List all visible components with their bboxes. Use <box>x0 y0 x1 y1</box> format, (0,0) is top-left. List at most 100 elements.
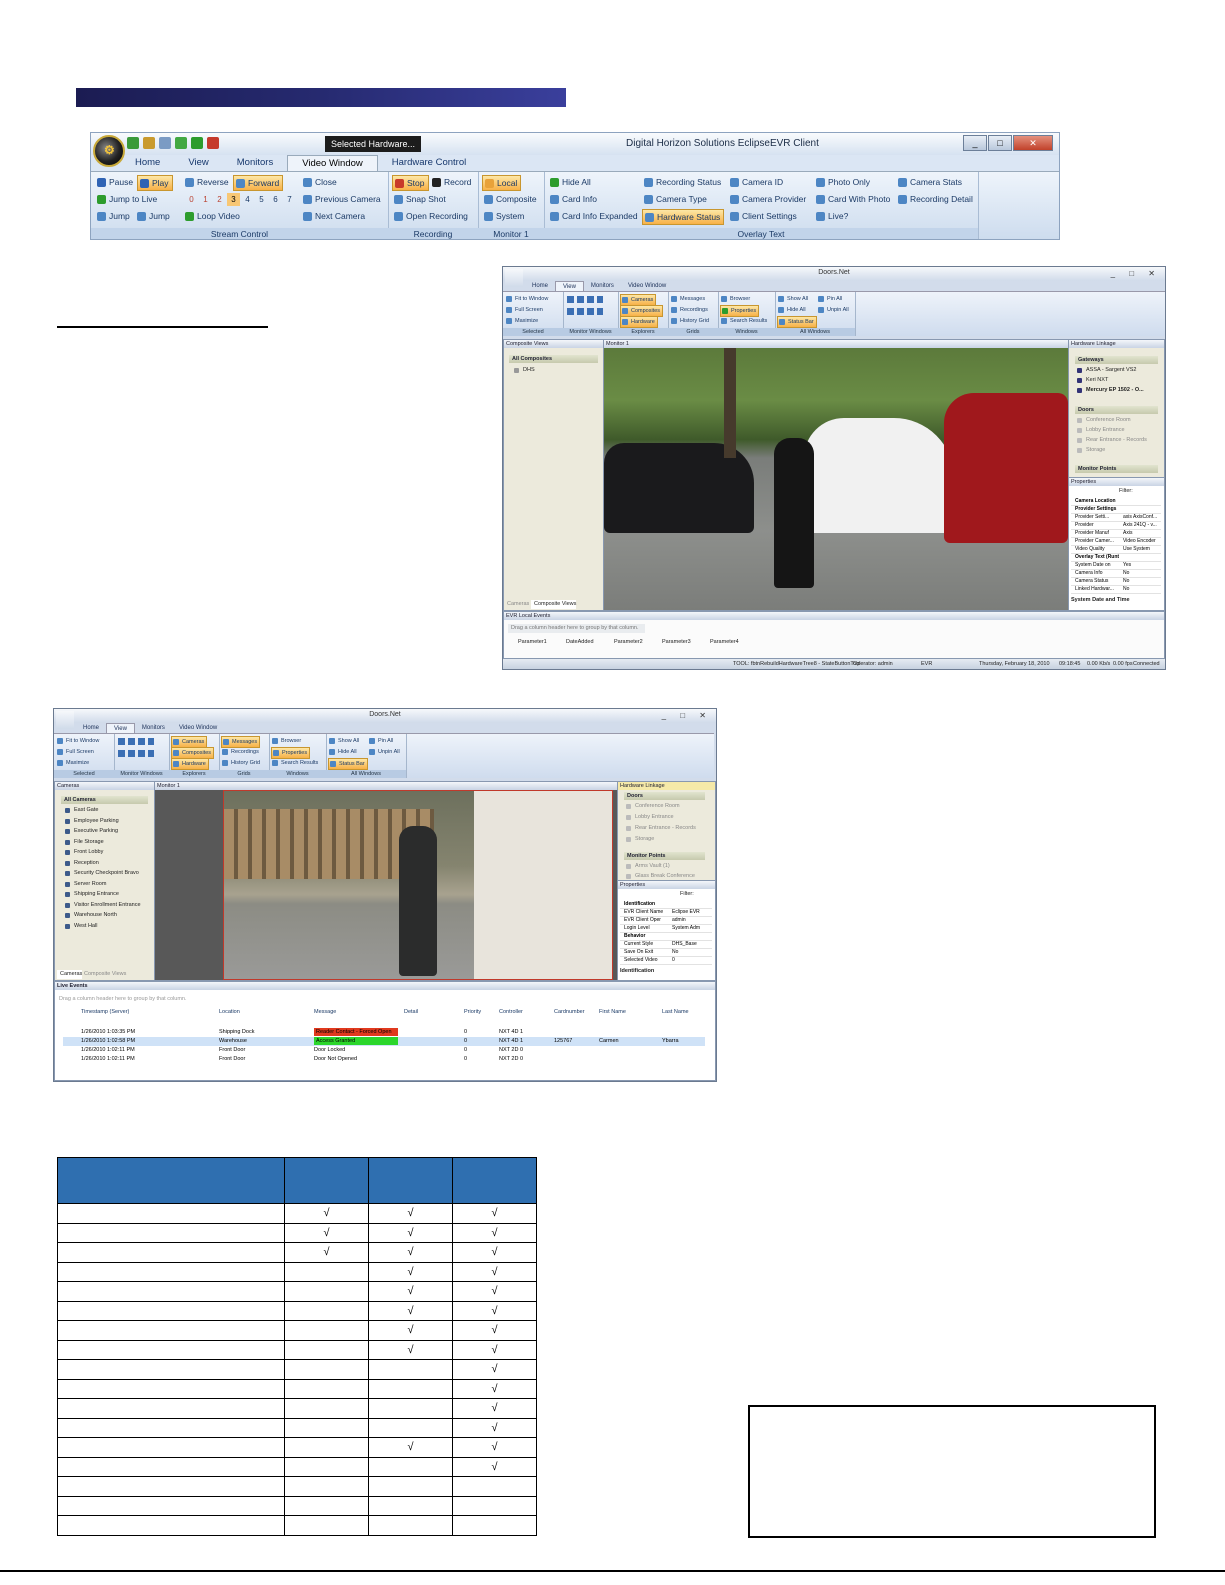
camera-item[interactable]: Executive Parking <box>65 827 118 836</box>
layout-grid-icon[interactable] <box>567 308 603 315</box>
gateway-item[interactable]: Keri NXT <box>1077 376 1108 385</box>
play-button[interactable]: Play <box>137 175 173 191</box>
pin-all-button[interactable]: Pin All <box>368 736 395 746</box>
app-orb-icon[interactable]: ⚙ <box>93 135 125 167</box>
property-row[interactable]: Selected Video 0 <box>620 957 712 965</box>
close-button[interactable]: ✕ <box>1013 135 1053 151</box>
live-button[interactable]: Live? <box>814 209 851 223</box>
event-column[interactable]: Parameter4 <box>700 638 739 647</box>
property-row[interactable]: Camera Info No <box>1071 570 1161 578</box>
expand-icon[interactable] <box>175 137 187 149</box>
pin-all-button[interactable]: Pin All <box>817 294 844 304</box>
camera-item[interactable]: Employee Parking <box>65 817 119 826</box>
recording-detail-button[interactable]: Recording Detail <box>896 192 976 206</box>
property-value[interactable]: No <box>1123 578 1163 585</box>
card-with-photo-button[interactable]: Card With Photo <box>814 192 893 206</box>
system-button[interactable]: System <box>482 209 527 223</box>
doors-header[interactable]: Doors <box>624 792 705 800</box>
property-value[interactable]: No <box>672 949 712 956</box>
camera-item[interactable]: East Gate <box>65 806 98 815</box>
tab-monitors[interactable]: Monitors <box>584 281 621 291</box>
camera-item[interactable]: Visitor Enrollment Entrance <box>65 901 141 910</box>
property-row[interactable]: Camera Status No <box>1071 578 1161 586</box>
door-item[interactable]: Rear Entrance - Records <box>1077 436 1147 445</box>
door-item[interactable]: Conference Room <box>626 802 680 811</box>
table-row[interactable] <box>63 1046 705 1055</box>
previous-camera-button[interactable]: Previous Camera <box>301 192 384 206</box>
tab-video-window[interactable]: Video Window <box>621 281 673 291</box>
composite-button[interactable]: Composite <box>482 192 540 206</box>
browser-button[interactable]: Browser <box>720 294 752 304</box>
photo-only-button[interactable]: Photo Only <box>814 175 873 189</box>
tab-hardware-control[interactable]: Hardware Control <box>378 155 480 171</box>
table-row[interactable] <box>63 1055 705 1064</box>
tab-home[interactable]: Home <box>76 723 106 733</box>
monitor-point-item[interactable]: Arms Vault (1) <box>626 862 670 871</box>
tab-view[interactable]: View <box>555 281 584 291</box>
app2-orb-icon[interactable] <box>56 711 74 729</box>
reverse-button[interactable]: Reverse <box>183 175 232 189</box>
property-row[interactable]: Provider Axis 241Q - v... <box>1071 522 1161 530</box>
property-row[interactable]: Provider Camer... Video Encoder <box>1071 538 1161 546</box>
property-value[interactable]: Axis <box>1123 530 1163 537</box>
property-value[interactable]: No <box>1123 570 1163 577</box>
camera-type-button[interactable]: Camera Type <box>642 192 710 206</box>
event-column[interactable]: DateAdded <box>556 638 594 647</box>
tab-view[interactable]: View <box>106 723 135 733</box>
property-row[interactable]: EVR Client Name Eclipse EVR <box>620 909 712 917</box>
app1-orb-icon[interactable] <box>505 269 523 287</box>
hardware-status-button[interactable]: Hardware Status <box>642 209 725 225</box>
record-icon[interactable] <box>207 137 219 149</box>
speed-7[interactable]: 7 <box>283 193 296 206</box>
property-value[interactable]: System Adm <box>672 925 712 932</box>
doors-header[interactable]: Doors <box>1075 406 1158 414</box>
jump-to-live-button[interactable]: Jump to Live <box>95 192 160 206</box>
property-value[interactable]: Axis 241Q - v... <box>1123 522 1163 529</box>
jump-back-button[interactable]: Jump <box>95 209 133 223</box>
local-button[interactable]: Local <box>482 175 522 191</box>
property-row[interactable]: Camera Location <box>1071 498 1161 506</box>
property-row[interactable]: Behavior <box>620 933 712 941</box>
play-icon[interactable] <box>191 137 203 149</box>
recording-status-button[interactable]: Recording Status <box>642 175 724 189</box>
messages-button[interactable]: Messages <box>670 294 707 304</box>
property-row[interactable]: Save On Exit No <box>620 949 712 957</box>
loop-video-button[interactable]: Loop Video <box>183 209 243 223</box>
layout-grid-icon[interactable] <box>118 750 154 757</box>
hardware-button[interactable]: Hardware <box>620 316 658 328</box>
speed-5[interactable]: 5 <box>255 193 268 206</box>
history-grid-button[interactable]: History Grid <box>670 316 711 326</box>
speed-1[interactable]: 1 <box>199 193 212 206</box>
camera-item[interactable]: Shipping Entrance <box>65 890 119 899</box>
property-value[interactable]: 0 <box>672 957 712 964</box>
search-results-button[interactable]: Search Results <box>271 758 320 768</box>
pause-button[interactable]: Pause <box>95 175 136 189</box>
camera-item[interactable]: West Hall <box>65 922 97 931</box>
layout-grid-icon[interactable] <box>567 296 603 303</box>
property-value[interactable]: Video Encoder <box>1123 538 1163 545</box>
property-row[interactable]: Identification <box>620 901 712 909</box>
camera-item[interactable]: File Storage <box>65 838 104 847</box>
property-value[interactable]: Yes <box>1123 562 1163 569</box>
status-bar-button[interactable]: Status Bar <box>777 316 817 328</box>
hardware-button[interactable]: Hardware <box>171 758 209 770</box>
card-info-button[interactable]: Card Info <box>548 192 600 206</box>
tab-video-window[interactable]: Video Window <box>172 723 224 733</box>
browser-button[interactable]: Browser <box>271 736 303 746</box>
search-results-button[interactable]: Search Results <box>720 316 769 326</box>
card-info-expanded-button[interactable]: Card Info Expanded <box>548 209 641 223</box>
camera-item[interactable]: Server Room <box>65 880 106 889</box>
next-camera-button[interactable]: Next Camera <box>301 209 368 223</box>
settings-icon[interactable] <box>143 137 155 149</box>
property-row[interactable]: Current Style DHS_Base <box>620 941 712 949</box>
property-row[interactable]: Login Level System Adm <box>620 925 712 933</box>
all-cameras-header[interactable]: All Cameras <box>61 796 148 804</box>
camera-id-button[interactable]: Camera ID <box>728 175 786 189</box>
hide-all-button[interactable]: Hide All <box>777 305 808 315</box>
speed-0[interactable]: 0 <box>185 193 198 206</box>
recordings-button[interactable]: Recordings <box>670 305 710 315</box>
speed-3[interactable]: 3 <box>227 193 240 206</box>
tab-monitors[interactable]: Monitors <box>223 155 287 171</box>
tab-video-window[interactable]: Video Window <box>287 155 378 171</box>
camera-item[interactable]: Warehouse North <box>65 911 117 920</box>
